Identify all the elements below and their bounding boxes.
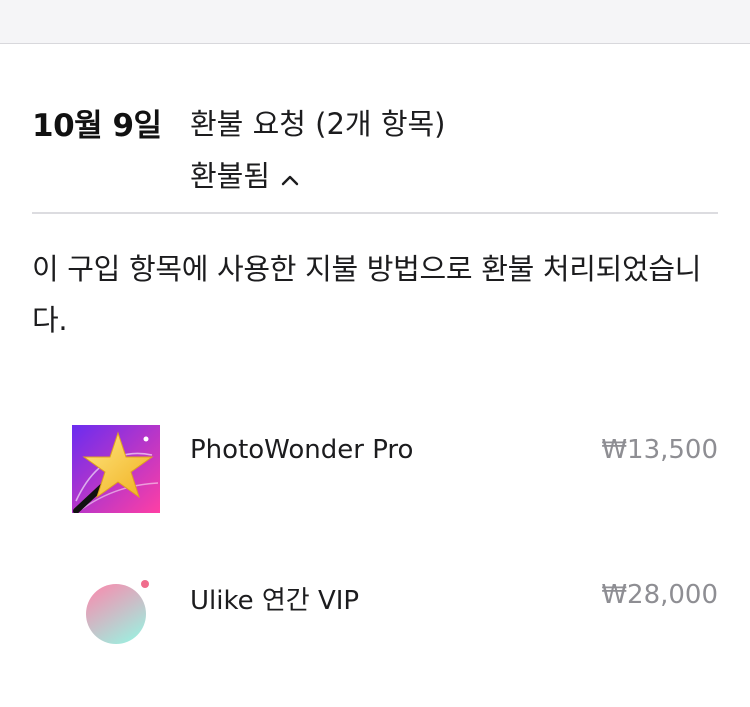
refund-request-title: 환불 요청 (2개 항목) xyxy=(190,107,446,141)
refund-status-label: 환불됨 xyxy=(190,159,271,193)
gradient-circle-icon xyxy=(72,570,160,658)
refund-date: 10월 9일 xyxy=(32,108,162,144)
list-item[interactable]: PhotoWonder Pro ₩13,500 xyxy=(0,425,750,515)
star-wand-icon xyxy=(72,425,160,514)
divider xyxy=(32,212,718,214)
item-name: PhotoWonder Pro xyxy=(190,435,414,465)
top-bar xyxy=(0,0,750,44)
item-price: ₩13,500 xyxy=(601,435,718,465)
list-item[interactable]: Ulike 연간 VIP ₩28,000 xyxy=(0,570,750,660)
chevron-up-icon xyxy=(280,164,300,186)
refund-status-toggle[interactable]: 환불됨 xyxy=(190,153,300,195)
item-price: ₩28,000 xyxy=(601,580,718,610)
refund-message: 이 구입 항목에 사용한 지불 방법으로 환불 처리되었습니다. xyxy=(32,252,702,337)
item-name: Ulike 연간 VIP xyxy=(190,586,360,616)
